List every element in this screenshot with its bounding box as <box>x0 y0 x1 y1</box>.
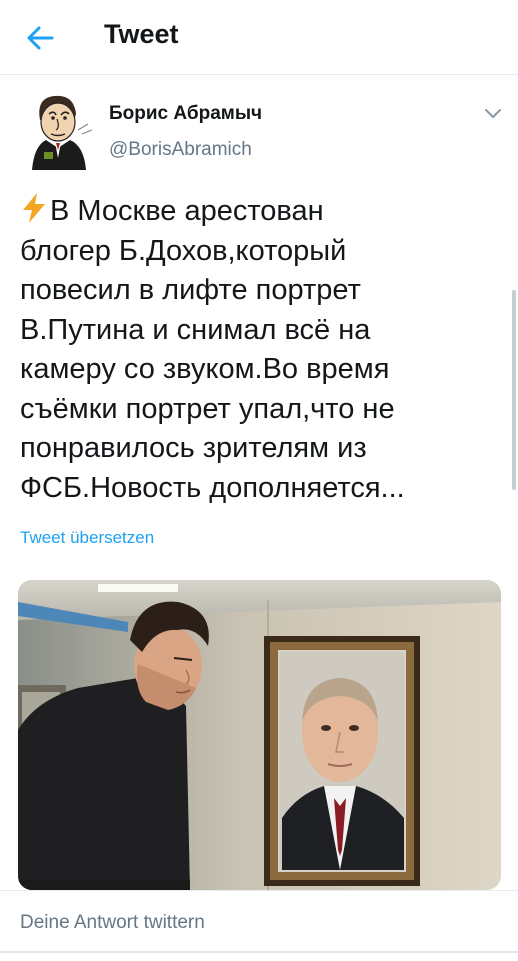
translate-tweet-link[interactable]: Tweet übersetzen <box>20 528 154 548</box>
tweet-line: ФСБ.Новость дополняется... <box>20 471 405 504</box>
page-title: Tweet <box>104 19 179 49</box>
tweet-line: повесил в лифте портрет <box>20 274 361 306</box>
back-arrow-icon[interactable] <box>22 20 58 56</box>
app-header: Tweet <box>0 0 518 75</box>
scrollbar[interactable] <box>512 290 516 490</box>
author-name[interactable]: Борис Абрамыч <box>109 103 262 125</box>
reply-input[interactable]: Deine Antwort twittern <box>20 912 205 934</box>
tweet-media-photo[interactable] <box>18 580 501 890</box>
high-voltage-emoji-icon <box>23 193 45 223</box>
tweet-text: В Москве арестован блогер Б.Дохов,которы… <box>20 192 498 508</box>
tweet-line: В Москве арестован <box>20 192 498 232</box>
reply-underline <box>0 951 518 953</box>
tweet-line: понравилось зрителям из <box>20 432 367 464</box>
tweet-line: съёмки портрет упал,что не <box>20 392 395 425</box>
reply-bar: Deine Antwort twittern <box>0 890 518 961</box>
tweet-line: В.Путина и снимал всё на <box>20 313 371 346</box>
chevron-down-icon[interactable] <box>483 106 503 120</box>
tweet-line: блогер Б.Дохов,который <box>20 234 347 267</box>
tweet-line: камеру со звуком.Во время <box>20 353 390 385</box>
author-avatar[interactable] <box>22 90 94 170</box>
author-handle[interactable]: @BorisAbramich <box>109 139 252 161</box>
